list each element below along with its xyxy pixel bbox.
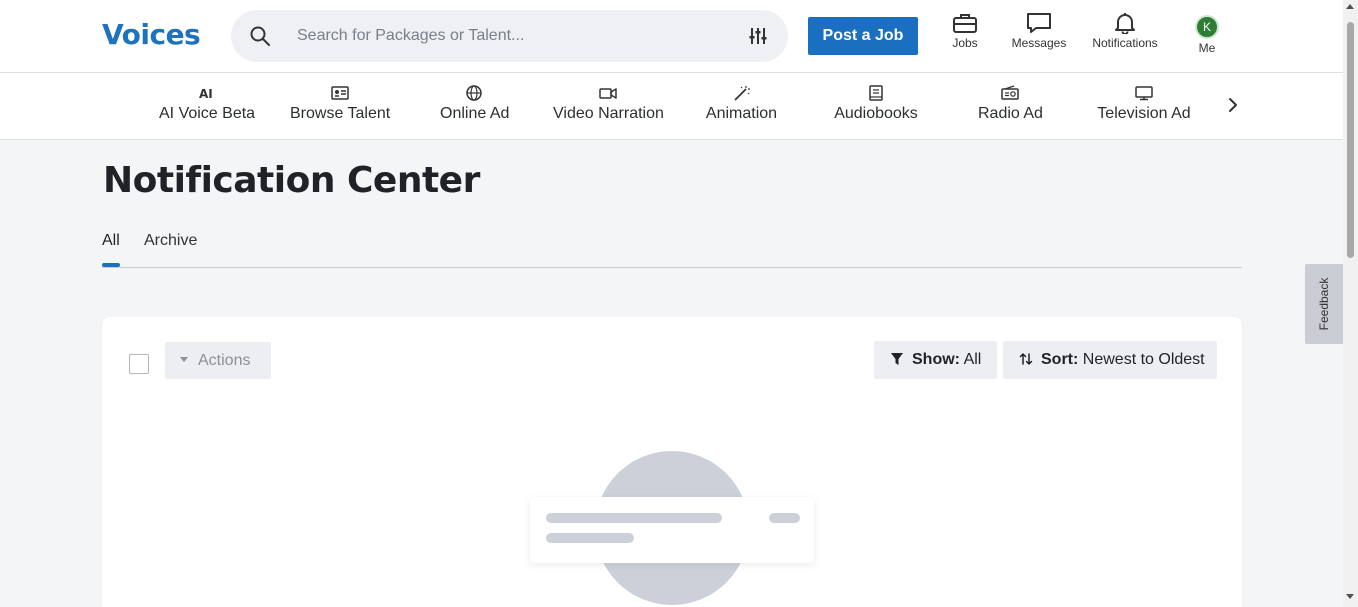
nav-me[interactable]: K Me: [1190, 12, 1224, 58]
nav-notifications[interactable]: Notifications: [1089, 12, 1161, 58]
nav-notifications-label: Notifications: [1092, 36, 1158, 50]
search-bar[interactable]: [231, 10, 788, 62]
sort-value: Newest to Oldest: [1082, 351, 1205, 368]
active-tab-indicator: [102, 263, 120, 267]
radio-icon: [1001, 85, 1019, 100]
nav-messages-label: Messages: [1011, 36, 1067, 50]
category-television-ad[interactable]: Television Ad: [1097, 85, 1191, 123]
category-radio-ad[interactable]: Radio Ad: [978, 85, 1043, 123]
id-card-icon: [331, 86, 349, 100]
globe-icon: [466, 85, 482, 101]
sort-key: Sort:: [1041, 351, 1079, 368]
placeholder-line: [546, 513, 722, 523]
category-nav: AI AI Voice Beta Browse Talent Online Ad…: [0, 73, 1343, 140]
category-label: Animation: [705, 105, 778, 122]
search-input[interactable]: [297, 24, 717, 48]
show-key: Show:: [912, 351, 960, 368]
bell-icon: [1115, 13, 1135, 34]
category-label: Television Ad: [1097, 105, 1191, 122]
search-icon: [250, 26, 270, 46]
empty-state-illustration-card: [530, 497, 814, 563]
magic-wand-icon: [733, 86, 750, 101]
chevron-right-icon[interactable]: [1224, 96, 1242, 114]
book-icon: [869, 85, 883, 101]
category-video-narration[interactable]: Video Narration: [553, 85, 664, 123]
nav-jobs-label: Jobs: [952, 36, 978, 50]
category-label: AI Voice Beta: [159, 105, 256, 122]
feedback-label: Feedback: [1317, 277, 1331, 331]
category-browse-talent[interactable]: Browse Talent: [290, 85, 390, 123]
category-label: Audiobooks: [834, 105, 918, 122]
category-online-ad[interactable]: Online Ad: [440, 85, 510, 123]
actions-dropdown[interactable]: Actions: [165, 342, 271, 379]
nav-jobs[interactable]: Jobs: [945, 12, 985, 58]
voices-logo[interactable]: Voices: [102, 18, 201, 51]
ai-icon: AI: [199, 87, 213, 101]
caret-down-icon: [180, 357, 188, 362]
top-header: Voices Post a Job Jobs Messages: [0, 0, 1343, 73]
show-filter-button[interactable]: Show: All: [874, 341, 997, 379]
nav-me-label: Me: [1198, 41, 1216, 55]
post-a-job-button[interactable]: Post a Job: [808, 17, 918, 55]
page-scrollbar[interactable]: [1343, 0, 1358, 607]
svg-text:AI: AI: [199, 87, 213, 101]
filter-sliders-icon[interactable]: [748, 26, 768, 46]
category-label: Video Narration: [553, 105, 664, 122]
nav-messages[interactable]: Messages: [1010, 12, 1068, 58]
sort-arrows-icon: [1019, 353, 1033, 365]
chat-bubble-icon: [1027, 13, 1051, 33]
avatar: K: [1195, 15, 1219, 39]
tv-icon: [1135, 86, 1153, 101]
notifications-panel: Actions Show: All Sort: Newest to Oldest: [102, 317, 1242, 607]
notification-tabs: All Archive: [102, 228, 1242, 268]
category-label: Radio Ad: [978, 105, 1043, 122]
tab-all[interactable]: All: [102, 232, 120, 250]
scrollbar-thumb[interactable]: [1347, 22, 1354, 258]
sort-button[interactable]: Sort: Newest to Oldest: [1003, 341, 1217, 379]
show-value: All: [963, 351, 982, 368]
tab-archive[interactable]: Archive: [144, 232, 197, 250]
feedback-tab[interactable]: Feedback: [1305, 264, 1343, 344]
category-animation[interactable]: Animation: [705, 85, 778, 123]
page-title: Notification Center: [103, 160, 480, 201]
category-audiobooks[interactable]: Audiobooks: [834, 85, 918, 123]
placeholder-line: [769, 513, 800, 523]
briefcase-icon: [953, 14, 977, 33]
video-camera-icon: [599, 88, 617, 99]
placeholder-line: [546, 533, 634, 543]
category-label: Browse Talent: [290, 105, 391, 122]
funnel-icon: [891, 353, 903, 365]
category-ai-voice[interactable]: AI AI Voice Beta: [159, 85, 256, 123]
scroll-down-arrow-icon[interactable]: [1346, 594, 1354, 599]
category-label: Online Ad: [440, 105, 510, 122]
actions-label: Actions: [198, 352, 251, 369]
select-all-checkbox[interactable]: [129, 354, 149, 374]
scroll-up-arrow-icon[interactable]: [1346, 4, 1354, 9]
